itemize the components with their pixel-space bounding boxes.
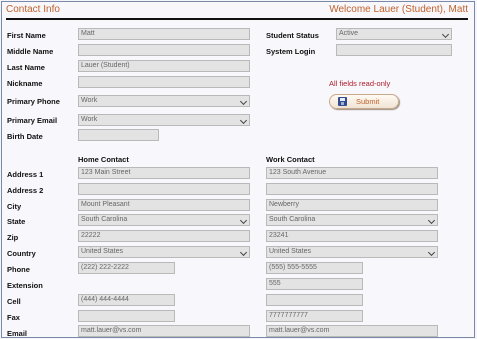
home-zip-field[interactable]: 22222 <box>78 230 250 242</box>
header-divider <box>6 18 468 20</box>
work-address2-field[interactable] <box>266 183 438 195</box>
student-status-label: Student Status <box>266 31 319 40</box>
work-extension-field[interactable]: 555 <box>266 278 363 290</box>
zip-label: Zip <box>7 233 19 242</box>
address2-label: Address 2 <box>7 186 44 195</box>
system-login-label: System Login <box>266 47 316 56</box>
work-country-select[interactable]: United States <box>266 246 438 258</box>
last-name-label: Last Name <box>7 63 45 72</box>
fax-label: Fax <box>7 313 20 322</box>
city-label: City <box>7 202 22 211</box>
country-label: Country <box>7 249 36 258</box>
extension-label: Extension <box>7 281 43 290</box>
work-zip-field[interactable]: 23241 <box>266 230 438 242</box>
work-fax-field[interactable]: 7777777777 <box>266 310 363 322</box>
work-state-select[interactable]: South Carolina <box>266 214 438 226</box>
student-status-select[interactable]: Active <box>336 28 452 40</box>
home-address1-field[interactable]: 123 Main Street <box>78 167 250 179</box>
nickname-field[interactable] <box>78 76 250 88</box>
work-city-field[interactable]: Newberry <box>266 199 438 211</box>
save-disk-icon <box>338 97 347 106</box>
birth-date-label: Birth Date <box>7 132 43 141</box>
system-login-field[interactable] <box>336 44 452 56</box>
work-phone-field[interactable]: (555) 555-5555 <box>266 262 363 274</box>
page-title: Contact Info <box>6 4 60 15</box>
first-name-label: First Name <box>7 31 46 40</box>
home-fax-field[interactable] <box>78 310 175 322</box>
work-cell-field[interactable] <box>266 294 363 306</box>
home-email-field[interactable]: matt.lauer@vs.com <box>78 325 250 337</box>
work-email-field[interactable]: matt.lauer@vs.com <box>266 325 438 337</box>
birth-date-field[interactable] <box>78 129 159 141</box>
email-label: Email <box>7 329 28 338</box>
phone-label: Phone <box>7 265 30 274</box>
contact-info-panel: Contact Info Welcome Lauer (Student), Ma… <box>1 1 475 338</box>
middle-name-field[interactable] <box>78 44 250 56</box>
home-address2-field[interactable] <box>78 183 250 195</box>
home-country-select[interactable]: United States <box>78 246 250 258</box>
read-only-note: All fields read-only <box>329 79 391 88</box>
work-address1-field[interactable]: 123 South Avenue <box>266 167 438 179</box>
state-label: State <box>7 217 26 226</box>
address1-label: Address 1 <box>7 170 44 179</box>
first-name-field[interactable]: Matt <box>78 28 250 40</box>
submit-button[interactable]: Submit <box>329 94 399 109</box>
primary-email-select[interactable]: Work <box>78 114 250 126</box>
welcome-text: Welcome Lauer (Student), Matt <box>329 4 468 15</box>
primary-email-label: Primary Email <box>7 116 58 125</box>
work-contact-heading: Work Contact <box>266 155 315 164</box>
home-phone-field[interactable]: (222) 222-2222 <box>78 262 175 274</box>
last-name-field[interactable]: Lauer (Student) <box>78 60 250 72</box>
middle-name-label: Middle Name <box>7 47 54 56</box>
nickname-label: Nickname <box>7 79 43 88</box>
home-cell-field[interactable]: (444) 444-4444 <box>78 294 175 306</box>
home-state-select[interactable]: South Carolina <box>78 214 250 226</box>
submit-button-label: Submit <box>356 97 380 106</box>
primary-phone-select[interactable]: Work <box>78 95 250 107</box>
home-contact-heading: Home Contact <box>78 155 129 164</box>
cell-label: Cell <box>7 297 21 306</box>
primary-phone-label: Primary Phone <box>7 97 60 106</box>
home-city-field[interactable]: Mount Pleasant <box>78 199 250 211</box>
